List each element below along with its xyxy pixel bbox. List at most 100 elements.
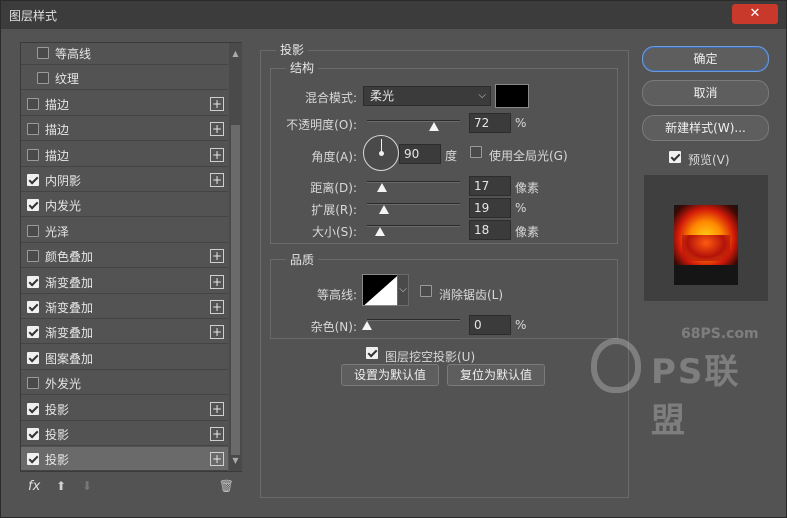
global-light-checkbox[interactable] <box>470 146 482 158</box>
add-effect-icon[interactable]: + <box>210 427 224 441</box>
noise-slider-thumb[interactable] <box>362 321 372 330</box>
contour-preview[interactable] <box>362 274 398 306</box>
style-list-item[interactable]: 投影 + <box>21 422 228 446</box>
fx-menu-button[interactable]: fx <box>28 479 40 494</box>
angle-dial[interactable] <box>363 135 399 171</box>
style-list-item[interactable]: 纹理 <box>21 66 228 91</box>
angle-input[interactable]: 90 <box>399 144 441 164</box>
style-list-item[interactable]: 渐变叠加 + <box>21 320 228 345</box>
scroll-up-icon[interactable]: ▲ <box>231 49 240 58</box>
antialias-checkbox[interactable] <box>420 285 432 297</box>
style-list-label: 渐变叠加 <box>45 326 94 341</box>
distance-label: 距离(D): <box>310 181 357 195</box>
add-effect-icon[interactable]: + <box>210 147 224 162</box>
noise-input[interactable]: 0 <box>469 315 511 335</box>
size-unit: 像素 <box>515 225 540 239</box>
style-list-item[interactable]: 渐变叠加 + <box>21 295 228 319</box>
blend-mode-select[interactable]: 柔光 ⌵ <box>363 86 491 106</box>
style-list-label: 内阴影 <box>45 174 82 188</box>
style-checkbox[interactable] <box>27 428 39 440</box>
style-checkbox[interactable] <box>37 72 49 85</box>
style-list-item[interactable]: 内发光 <box>21 193 228 218</box>
knockout-checkbox[interactable] <box>366 347 378 359</box>
distance-input[interactable]: 17 <box>469 176 511 196</box>
size-input[interactable]: 18 <box>469 220 511 240</box>
style-list-item[interactable]: 图案叠加 <box>21 346 228 370</box>
style-checkbox[interactable] <box>27 250 39 263</box>
style-checkbox[interactable] <box>27 275 39 288</box>
style-list-label: 外发光 <box>45 377 82 392</box>
style-checkbox[interactable] <box>27 453 39 466</box>
contour-label: 等高线: <box>316 288 357 302</box>
style-checkbox[interactable] <box>27 377 39 390</box>
new-style-button[interactable]: 新建样式(W)... <box>642 115 769 141</box>
preview-thumbnail <box>674 205 738 285</box>
style-checkbox[interactable] <box>27 123 39 136</box>
close-button[interactable]: ✕ <box>732 4 778 24</box>
style-list-item[interactable]: 描边 + <box>21 143 228 167</box>
style-checkbox[interactable] <box>27 148 39 161</box>
move-up-icon[interactable]: ⬆ <box>56 479 66 493</box>
preview-label: 预览(V) <box>688 153 730 167</box>
move-down-icon[interactable]: ⬇ <box>82 479 92 493</box>
contour-dropdown-icon[interactable]: ⌵ <box>397 274 409 306</box>
title-bar[interactable]: 图层样式 ✕ <box>1 1 786 29</box>
add-effect-icon[interactable]: + <box>210 173 224 187</box>
style-checkbox[interactable] <box>27 224 39 237</box>
noise-slider-track[interactable] <box>367 319 460 321</box>
style-list-item[interactable]: 光泽 <box>21 219 228 243</box>
scroll-thumb[interactable] <box>231 125 240 455</box>
opacity-slider-track[interactable] <box>367 120 460 122</box>
style-checkbox[interactable] <box>27 326 39 339</box>
opacity-slider-thumb[interactable] <box>428 122 439 131</box>
angle-center-dot <box>379 151 384 156</box>
style-list-item[interactable]: 颜色叠加 + <box>21 244 228 269</box>
shadow-color-swatch[interactable] <box>495 84 529 108</box>
style-list-item[interactable]: 等高线 <box>21 41 228 65</box>
style-checkbox[interactable] <box>27 402 39 415</box>
style-checkbox[interactable] <box>27 301 39 313</box>
add-effect-icon[interactable]: + <box>210 274 224 289</box>
layer-style-dialog: 图层样式 ✕ ▲ ▼ 等高线 纹理 描边 + 描边 + 描边 + 内阴影 + 内发光 光泽 颜色叠加 + 渐… <box>0 0 787 518</box>
opacity-input[interactable]: 72 <box>469 113 511 133</box>
style-list-item[interactable]: 描边 + <box>21 117 228 142</box>
ok-button[interactable]: 确定 <box>642 46 769 72</box>
preview-checkbox[interactable] <box>669 151 681 163</box>
add-effect-icon[interactable]: + <box>210 249 224 264</box>
set-default-button[interactable]: 设置为默认值 <box>341 364 439 386</box>
add-effect-icon[interactable]: + <box>210 300 224 314</box>
spread-label: 扩展(R): <box>311 203 357 217</box>
style-checkbox[interactable] <box>27 97 39 110</box>
cancel-button[interactable]: 取消 <box>642 80 769 106</box>
antialias-label: 消除锯齿(L) <box>439 288 504 302</box>
style-checkbox[interactable] <box>27 351 39 364</box>
delete-icon[interactable]: 🗑 <box>219 479 234 493</box>
size-slider-thumb[interactable] <box>375 227 385 236</box>
style-list-footer: fx ⬆ ⬇ 🗑 <box>20 475 242 499</box>
add-effect-icon[interactable]: + <box>210 122 224 137</box>
style-list-label: 渐变叠加 <box>45 301 94 315</box>
style-list-item[interactable]: 外发光 <box>21 371 228 396</box>
style-checkbox[interactable] <box>37 47 49 59</box>
style-list-item[interactable]: 内阴影 + <box>21 168 228 192</box>
reset-default-button[interactable]: 复位为默认值 <box>447 364 545 386</box>
add-effect-icon[interactable]: + <box>210 325 224 340</box>
style-list-item[interactable]: 投影 + <box>21 397 228 421</box>
style-checkbox[interactable] <box>27 199 39 212</box>
spread-slider-thumb[interactable] <box>379 205 389 214</box>
distance-slider-thumb[interactable] <box>377 183 387 192</box>
angle-unit: 度 <box>445 149 458 163</box>
style-list-item[interactable]: 描边 + <box>21 92 228 116</box>
add-effect-icon[interactable]: + <box>210 401 224 416</box>
spread-unit: % <box>515 201 527 215</box>
scroll-down-icon[interactable]: ▼ <box>231 456 240 465</box>
style-checkbox[interactable] <box>27 174 39 186</box>
style-list-scrollbar[interactable]: ▲ ▼ <box>229 43 242 471</box>
spread-input[interactable]: 19 <box>469 198 511 218</box>
style-list-item[interactable]: 渐变叠加 + <box>21 270 228 294</box>
opacity-unit: % <box>515 116 527 130</box>
noise-unit: % <box>515 318 527 332</box>
add-effect-icon[interactable]: + <box>210 96 224 111</box>
add-effect-icon[interactable]: + <box>210 452 224 467</box>
style-list-item[interactable]: 投影 + <box>21 447 228 472</box>
